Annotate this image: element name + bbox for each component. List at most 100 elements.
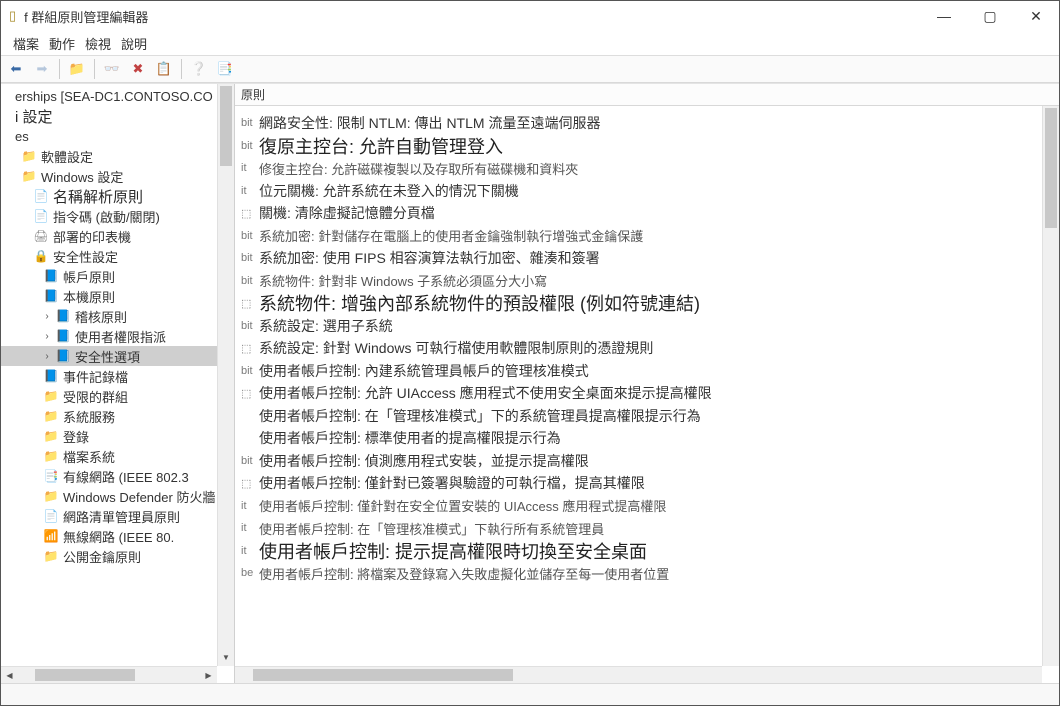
forward-icon[interactable]: ➡ bbox=[31, 58, 53, 80]
tree-node[interactable]: 📁登錄 bbox=[1, 426, 234, 446]
policy-row[interactable]: ⬚系統物件: 增強內部系統物件的預設權限 (例如符號連結) bbox=[241, 292, 1053, 315]
tree-node[interactable]: ›📘安全性選項 bbox=[1, 346, 234, 366]
scrollbar-thumb[interactable] bbox=[220, 86, 232, 166]
properties-icon[interactable]: 📋 bbox=[153, 58, 175, 80]
policy-icon: bit bbox=[241, 230, 259, 242]
policy-text: 復原主控台: 允許自動管理登入 bbox=[259, 133, 503, 159]
policy-row[interactable]: bit網路安全性: 限制 NTLM: 傳出 NTLM 流量至遠端伺服器 bbox=[241, 112, 1053, 135]
tree-node[interactable]: 📁系統服務 bbox=[1, 406, 234, 426]
node-icon: 🖨 bbox=[33, 228, 49, 244]
policy-row[interactable]: be使用者帳戶控制: 將檔案及登錄寫入失敗虛擬化並儲存至每一使用者位置 bbox=[241, 562, 1053, 585]
menubar: 檔案 動作 檢視 說明 bbox=[1, 31, 1059, 55]
scrollbar-left-arrow[interactable]: ◀ bbox=[1, 667, 18, 683]
node-icon: 📁 bbox=[21, 148, 37, 164]
policy-row[interactable]: it使用者帳戶控制: 僅針對在安全位置安裝的 UIAccess 應用程式提高權限 bbox=[241, 495, 1053, 518]
policy-row[interactable]: ⬚使用者帳戶控制: 僅針對已簽署與驗證的可執行檔，提高其權限 bbox=[241, 472, 1053, 495]
tree-node[interactable]: erships [SEA-DC1.CONTOSO.CO bbox=[1, 86, 234, 106]
expand-icon[interactable]: › bbox=[41, 351, 53, 362]
policy-icon: it bbox=[241, 500, 259, 512]
policy-row[interactable]: bit系統加密: 使用 FIPS 相容演算法執行加密、雜湊和簽署 bbox=[241, 247, 1053, 270]
tree-node[interactable]: 📁公開金鑰原則 bbox=[1, 546, 234, 566]
menu-action[interactable]: 動作 bbox=[45, 31, 79, 56]
policy-row[interactable]: bit系統設定: 選用子系統 bbox=[241, 315, 1053, 338]
policy-text: 系統物件: 增強內部系統物件的預設權限 (例如符號連結) bbox=[259, 290, 700, 316]
tree-node[interactable]: 📑有線網路 (IEEE 802.3 bbox=[1, 466, 234, 486]
tree-node[interactable]: 📁檔案系統 bbox=[1, 446, 234, 466]
policy-row[interactable]: it修復主控台: 允許磁碟複製以及存取所有磁碟機和資料夾 bbox=[241, 157, 1053, 180]
tree-node[interactable]: ›📘使用者權限指派 bbox=[1, 326, 234, 346]
delete-icon[interactable]: ✖ bbox=[127, 58, 149, 80]
tree-node[interactable]: 📘帳戶原則 bbox=[1, 266, 234, 286]
policy-text: 使用者帳戶控制: 在「管理核准模式」下執行所有系統管理員 bbox=[259, 519, 604, 538]
node-icon: 📄 bbox=[33, 188, 49, 204]
node-icon: 📘 bbox=[43, 268, 59, 284]
tree-node[interactable]: i 設定 bbox=[1, 106, 234, 126]
content-hscrollbar[interactable] bbox=[235, 666, 1042, 683]
policy-text: 關機: 清除虛擬記憶體分頁檔 bbox=[259, 203, 435, 223]
tree-node[interactable]: 📁受限的群組 bbox=[1, 386, 234, 406]
up-folder-icon[interactable]: 📁 bbox=[66, 58, 88, 80]
back-icon[interactable]: ⬅ bbox=[5, 58, 27, 80]
scrollbar-down-arrow[interactable]: ▼ bbox=[218, 649, 234, 666]
menu-view[interactable]: 檢視 bbox=[81, 31, 115, 56]
tree-node[interactable]: 📁Windows Defender 防火牆 bbox=[1, 486, 234, 506]
cut-icon[interactable]: 👓 bbox=[101, 58, 123, 80]
node-label: 使用者權限指派 bbox=[75, 327, 166, 346]
node-label: 事件記錄檔 bbox=[63, 367, 128, 386]
menu-help[interactable]: 說明 bbox=[117, 31, 151, 56]
scrollbar-thumb[interactable] bbox=[1045, 108, 1057, 228]
node-label: 公開金鑰原則 bbox=[63, 547, 141, 566]
tree-node[interactable]: 📄網路清單管理員原則 bbox=[1, 506, 234, 526]
policy-icon: bit bbox=[241, 455, 259, 467]
tree-node[interactable]: es bbox=[1, 126, 234, 146]
tree-node[interactable]: 📁軟體設定 bbox=[1, 146, 234, 166]
tree-node[interactable]: 📄指令碼 (啟動/關閉) bbox=[1, 206, 234, 226]
policy-row[interactable]: ⬚系統設定: 針對 Windows 可執行檔使用軟體限制原則的憑證規則 bbox=[241, 337, 1053, 360]
scrollbar-thumb[interactable] bbox=[35, 669, 135, 681]
tree-node[interactable]: 🖨部署的印表機 bbox=[1, 226, 234, 246]
policy-icon: ⬚ bbox=[241, 297, 259, 310]
tree-hscrollbar[interactable]: ◀ ▶ bbox=[1, 666, 217, 683]
tree-node[interactable]: 📶無線網路 (IEEE 80. bbox=[1, 526, 234, 546]
tree-node[interactable]: 📘事件記錄檔 bbox=[1, 366, 234, 386]
toolbar-separator bbox=[59, 59, 60, 79]
column-header-policy[interactable]: 原則 bbox=[235, 84, 1059, 106]
policy-text: 使用者帳戶控制: 在「管理核准模式」下的系統管理員提高權限提示行為 bbox=[259, 406, 701, 426]
policy-row[interactable]: bit系統加密: 針對儲存在電腦上的使用者金鑰強制執行增強式金鑰保護 bbox=[241, 225, 1053, 248]
policy-row[interactable]: 使用者帳戶控制: 在「管理核准模式」下的系統管理員提高權限提示行為 bbox=[241, 405, 1053, 428]
policy-row[interactable]: bit使用者帳戶控制: 內建系統管理員帳戶的管理核准模式 bbox=[241, 360, 1053, 383]
policy-row[interactable]: bit復原主控台: 允許自動管理登入 bbox=[241, 135, 1053, 158]
tree-vscrollbar[interactable]: ▲ ▼ bbox=[217, 84, 234, 666]
policy-row[interactable]: bit系統物件: 針對非 Windows 子系統必須區分大小寫 bbox=[241, 270, 1053, 293]
close-button[interactable]: ✕ bbox=[1013, 1, 1059, 31]
help-icon[interactable]: ❔ bbox=[188, 58, 210, 80]
node-icon: 📘 bbox=[43, 368, 59, 384]
maximize-button[interactable]: ▢ bbox=[967, 1, 1013, 31]
app-icon: ▯ bbox=[9, 8, 16, 24]
expand-icon[interactable]: › bbox=[41, 311, 53, 322]
tree-node[interactable]: 📁Windows 設定 bbox=[1, 166, 234, 186]
menu-file[interactable]: 檔案 bbox=[9, 31, 43, 56]
content-vscrollbar[interactable] bbox=[1042, 106, 1059, 666]
node-label: es bbox=[15, 129, 29, 144]
policy-row[interactable]: ⬚關機: 清除虛擬記憶體分頁檔 bbox=[241, 202, 1053, 225]
policy-row[interactable]: bit使用者帳戶控制: 偵測應用程式安裝，並提示提高權限 bbox=[241, 450, 1053, 473]
scrollbar-right-arrow[interactable]: ▶ bbox=[200, 667, 217, 683]
node-icon: 📘 bbox=[55, 328, 71, 344]
titlebar: ▯ f 群組原則管理編輯器 — ▢ ✕ bbox=[1, 1, 1059, 31]
tree-node[interactable]: 🔒安全性設定 bbox=[1, 246, 234, 266]
policy-row[interactable]: it使用者帳戶控制: 在「管理核准模式」下執行所有系統管理員 bbox=[241, 517, 1053, 540]
tree-node[interactable]: 📄名稱解析原則 bbox=[1, 186, 234, 206]
policy-row[interactable]: ⬚使用者帳戶控制: 允許 UIAccess 應用程式不使用安全桌面來提示提高權限 bbox=[241, 382, 1053, 405]
tree-node[interactable]: 📘本機原則 bbox=[1, 286, 234, 306]
tree-node[interactable]: ›📘稽核原則 bbox=[1, 306, 234, 326]
policy-icon: bit bbox=[241, 117, 259, 129]
policy-row[interactable]: it使用者帳戶控制: 提示提高權限時切換至安全桌面 bbox=[241, 540, 1053, 563]
expand-icon[interactable]: › bbox=[41, 331, 53, 342]
node-label: Windows Defender 防火牆 bbox=[63, 487, 215, 506]
list-icon[interactable]: 📑 bbox=[214, 58, 236, 80]
policy-row[interactable]: 使用者帳戶控制: 標準使用者的提高權限提示行為 bbox=[241, 427, 1053, 450]
policy-row[interactable]: it位元關機: 允許系統在未登入的情況下關機 bbox=[241, 180, 1053, 203]
minimize-button[interactable]: — bbox=[921, 1, 967, 31]
scrollbar-thumb[interactable] bbox=[253, 669, 513, 681]
